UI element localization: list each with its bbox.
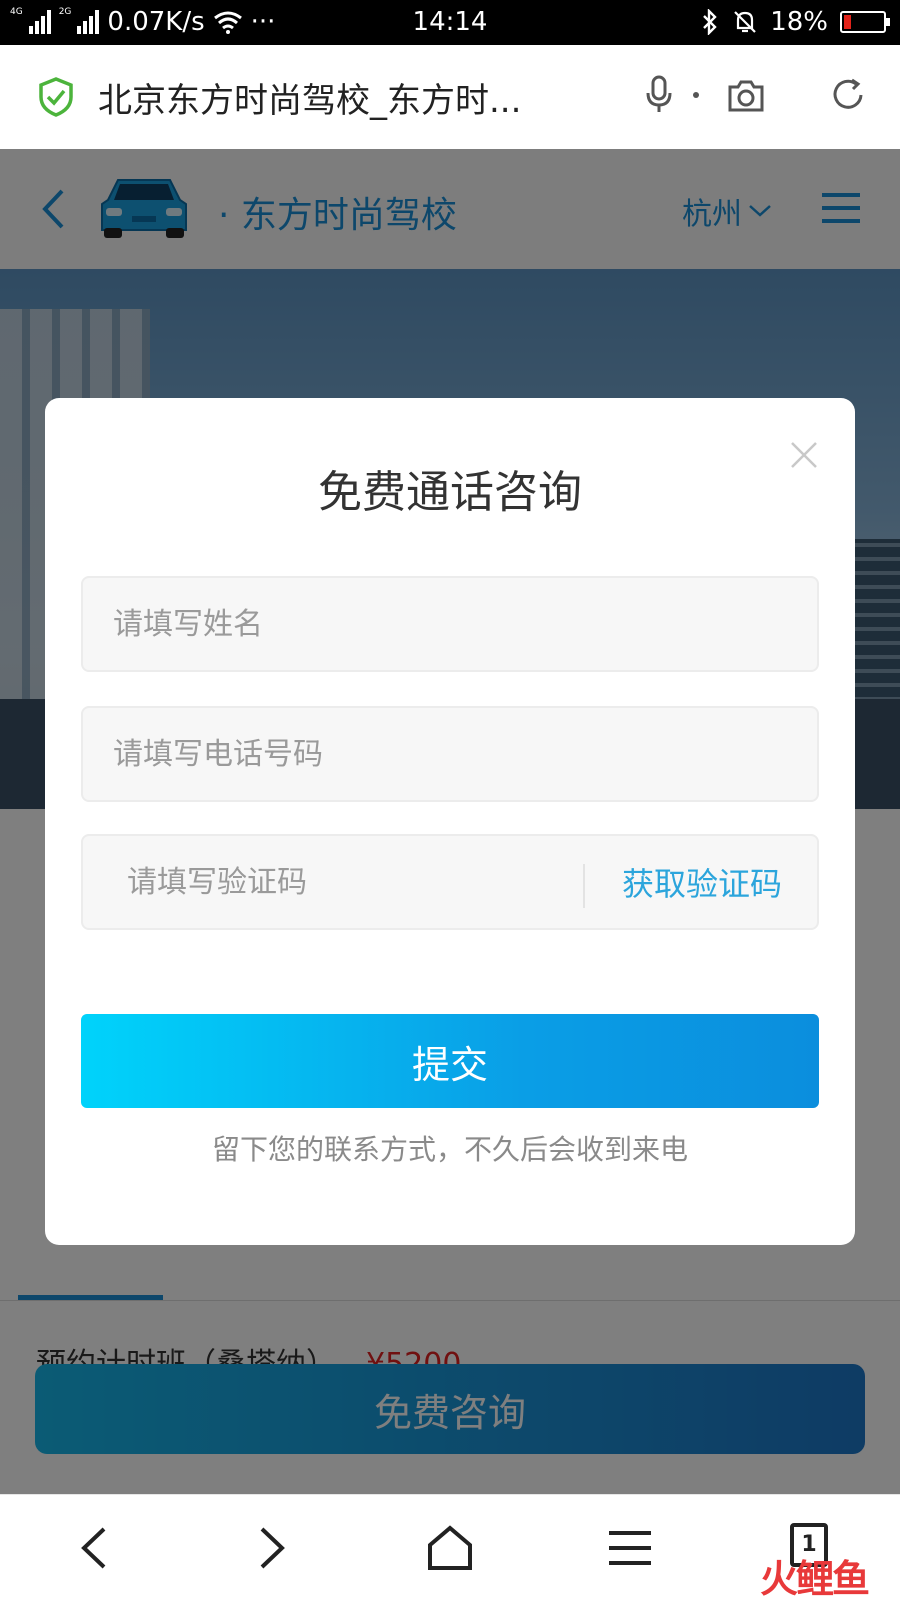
modal-tip: 留下您的联系方式，不久后会收到来电 — [211, 1133, 688, 1166]
shield-icon — [39, 77, 73, 117]
watermark-logo: 火鲤鱼 — [760, 1557, 870, 1600]
microphone-icon[interactable] — [644, 75, 674, 115]
refresh-icon[interactable] — [830, 77, 866, 113]
submit-button[interactable]: 提交 — [81, 1014, 819, 1108]
phone-input[interactable] — [83, 708, 817, 800]
forward-icon[interactable] — [246, 1523, 296, 1573]
consult-modal: 免费通话咨询 获取验证码 提交 留下您的联系方式，不久后会收到来电 — [45, 398, 855, 1245]
modal-title: 免费通话咨询 — [318, 467, 582, 518]
name-field[interactable] — [81, 576, 819, 672]
separator-dot — [693, 92, 699, 98]
browser-toolbar: 北京东方时尚驾校_东方时... — [0, 45, 900, 149]
battery-icon — [840, 11, 890, 33]
get-code-button[interactable]: 获取验证码 — [583, 836, 821, 928]
status-bar: 4G 2G 0.07K/s ··· 14:14 18% — [0, 0, 900, 45]
code-field[interactable]: 获取验证码 — [81, 834, 819, 930]
code-input[interactable] — [83, 836, 583, 928]
phone-field[interactable] — [81, 706, 819, 802]
battery-percent: 18% — [770, 7, 828, 37]
status-right: 18% — [700, 7, 890, 37]
page-title[interactable]: 北京东方时尚驾校_东方时... — [98, 73, 598, 122]
camera-icon[interactable] — [726, 79, 766, 113]
home-icon[interactable] — [425, 1523, 475, 1573]
menu-icon[interactable] — [605, 1523, 655, 1573]
bluetooth-icon — [703, 9, 717, 35]
mute-bell-icon — [734, 11, 756, 33]
name-input[interactable] — [83, 578, 817, 670]
back-icon[interactable] — [70, 1523, 120, 1573]
